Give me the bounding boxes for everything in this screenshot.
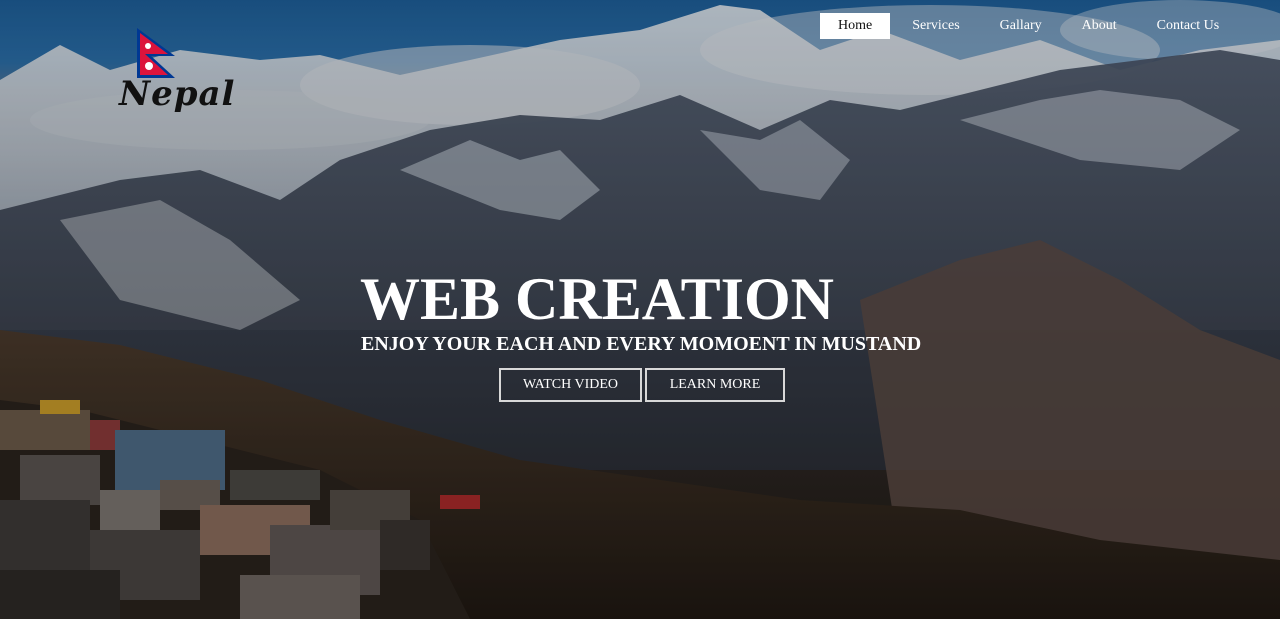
nepal-flag-icon: [137, 28, 175, 78]
hero-subtitle: ENJOY YOUR EACH AND EVERY MOMOENT IN MUS…: [361, 333, 922, 355]
learn-more-button[interactable]: LEARN MORE: [645, 368, 785, 402]
hero-title: WEB CREATION: [360, 266, 834, 332]
hero-section: Nepal Home Services Gallary About Contac…: [0, 0, 1280, 619]
nav-item-about[interactable]: About: [1064, 13, 1135, 39]
top-navigation: Home Services Gallary About Contact Us: [820, 13, 1241, 39]
nav-item-services[interactable]: Services: [894, 13, 977, 39]
brand-logo[interactable]: Nepal: [113, 22, 234, 122]
brand-logo-text: Nepal: [119, 74, 236, 114]
watch-video-button[interactable]: WATCH VIDEO: [499, 368, 642, 402]
nav-item-gallary[interactable]: Gallary: [982, 13, 1060, 39]
nav-item-contact-us[interactable]: Contact Us: [1139, 13, 1238, 39]
nav-item-home[interactable]: Home: [820, 13, 891, 39]
